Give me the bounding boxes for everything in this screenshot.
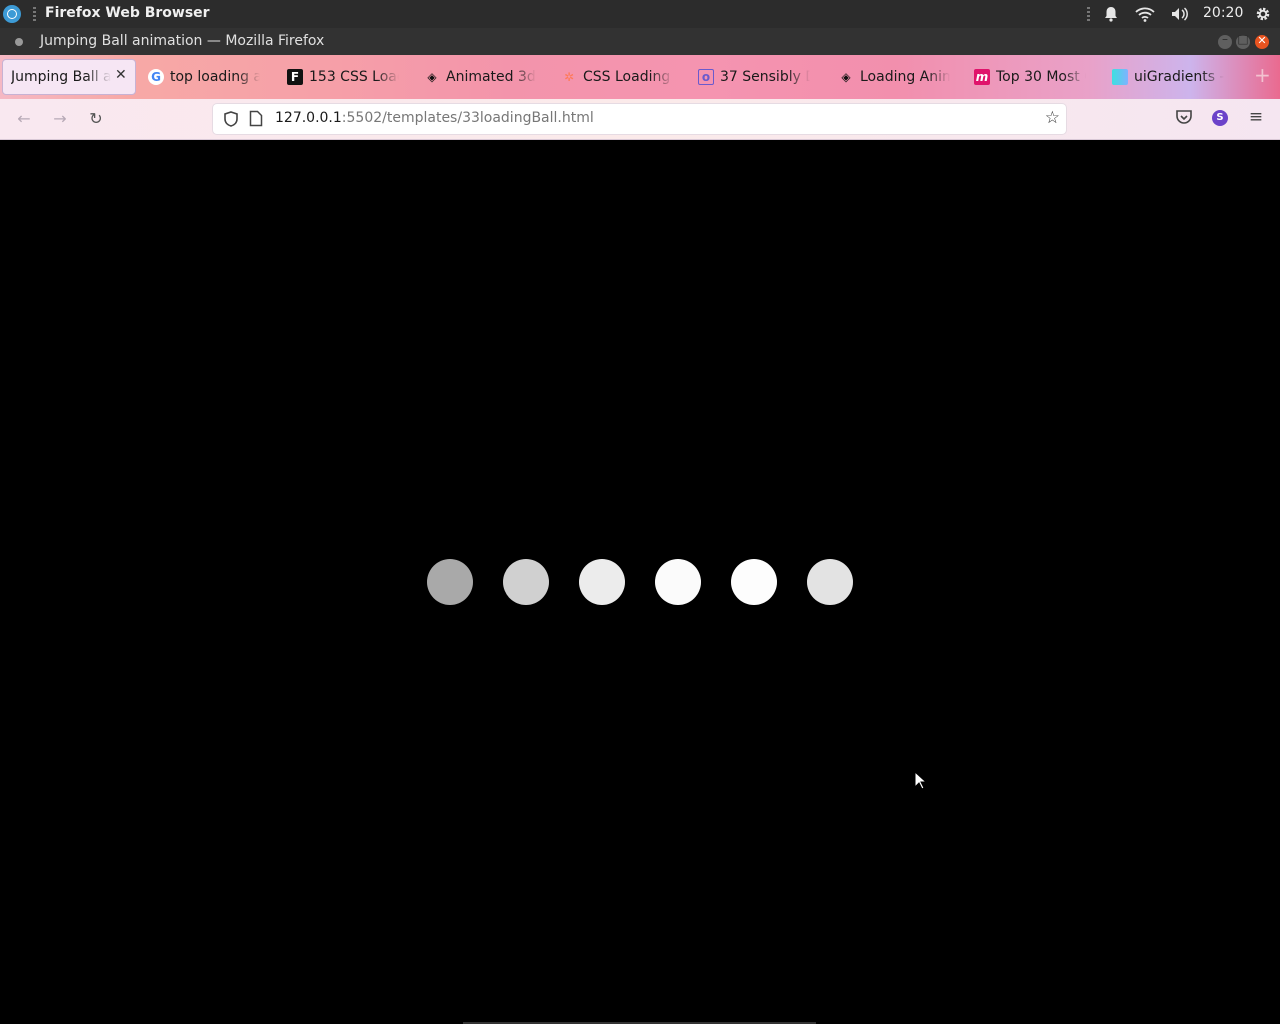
tab-animated-3d[interactable]: ◈ Animated 3d Flip [418, 61, 546, 93]
ball-4 [655, 559, 701, 605]
clock[interactable]: 20:20 [1203, 5, 1243, 21]
firefox-app-icon[interactable] [3, 5, 21, 23]
back-button[interactable]: ← [13, 108, 35, 130]
account-avatar[interactable]: S [1212, 110, 1228, 126]
tab-label: uiGradients - Beautiful [1134, 69, 1224, 85]
tab-label: top loading animation [170, 69, 260, 85]
page-icon[interactable] [249, 110, 263, 127]
plus-icon: + [1254, 63, 1271, 87]
forward-button[interactable]: → [49, 108, 71, 130]
page-content [0, 140, 1280, 1024]
reload-button[interactable]: ↻ [85, 108, 107, 130]
tab-label: Animated 3d Flip [446, 69, 536, 85]
window-indicator-dot-icon [15, 38, 23, 46]
tab-loading-animation[interactable]: ◈ Loading Animation [832, 61, 960, 93]
ball-6 [807, 559, 853, 605]
tab-label: Jumping Ball animation [11, 69, 111, 85]
tab-37-sensibly[interactable]: o 37 Sensibly Designed [692, 61, 820, 93]
close-tab-icon[interactable]: ✕ [115, 67, 127, 83]
tab-top-loading[interactable]: G top loading animation [142, 61, 270, 93]
google-icon: G [148, 69, 164, 85]
tab-label: CSS Loading Animation [583, 69, 673, 85]
speckyboy-icon: o [698, 69, 714, 85]
window-title: Jumping Ball animation — Mozilla Firefox [40, 33, 325, 49]
new-tab-button[interactable]: + [1248, 61, 1276, 93]
tab-label: Loading Animation [860, 69, 950, 85]
navigation-bar: ← → ↻ 127.0.0.1:5502/templates/33loading… [0, 99, 1280, 140]
url-host: 127.0.0.1 [275, 110, 342, 126]
ball-3 [579, 559, 625, 605]
tab-css-loading-animation[interactable]: ✲ CSS Loading Animation [555, 61, 683, 93]
drag-grip-icon [33, 7, 36, 21]
minimize-button[interactable]: – [1218, 32, 1232, 49]
bell-icon[interactable] [1102, 5, 1120, 23]
tab-uigradients[interactable]: uiGradients - Beautiful [1106, 61, 1234, 93]
ball-2 [503, 559, 549, 605]
tab-label: 153 CSS Loaders [309, 69, 399, 85]
freefrontend-icon: F [287, 69, 303, 85]
codepen-icon: ◈ [841, 70, 851, 84]
tab-top-30[interactable]: m Top 30 Most Creative [968, 61, 1096, 93]
codepen-icon: ◈ [427, 70, 437, 84]
shield-icon[interactable] [222, 110, 240, 128]
m-icon: m [974, 69, 990, 85]
app-name[interactable]: Firefox Web Browser [45, 5, 210, 21]
tab-jumping-ball[interactable]: Jumping Ball animation ✕ [2, 59, 136, 95]
ball-1 [427, 559, 473, 605]
drag-grip-icon [1087, 7, 1090, 21]
hamburger-menu-icon[interactable]: ≡ [1247, 107, 1265, 127]
volume-icon[interactable] [1170, 5, 1190, 23]
ball-5 [731, 559, 777, 605]
hubspot-icon: ✲ [563, 70, 575, 84]
url-path: :5502/templates/33loadingBall.html [341, 110, 594, 126]
uigradients-icon [1112, 69, 1128, 85]
url-text[interactable]: 127.0.0.1:5502/templates/33loadingBall.h… [275, 110, 594, 126]
tab-strip: Jumping Ball animation ✕ G top loading a… [0, 55, 1280, 99]
tab-label: 37 Sensibly Designed [720, 69, 810, 85]
maximize-button[interactable]: □ [1236, 32, 1250, 49]
window-titlebar: Jumping Ball animation — Mozilla Firefox… [0, 28, 1280, 55]
settings-gear-icon[interactable] [1254, 5, 1272, 23]
tab-label: Top 30 Most Creative [996, 69, 1086, 85]
address-bar[interactable]: 127.0.0.1:5502/templates/33loadingBall.h… [213, 104, 1066, 134]
bookmark-star-icon[interactable]: ☆ [1045, 108, 1060, 128]
pocket-icon[interactable] [1175, 108, 1193, 126]
close-window-button[interactable]: ✕ [1255, 34, 1269, 49]
system-top-bar: Firefox Web Browser 20:20 [0, 0, 1280, 28]
wifi-icon[interactable] [1135, 5, 1155, 23]
mouse-cursor-icon [914, 771, 928, 790]
tab-css-loaders[interactable]: F 153 CSS Loaders [281, 61, 409, 93]
